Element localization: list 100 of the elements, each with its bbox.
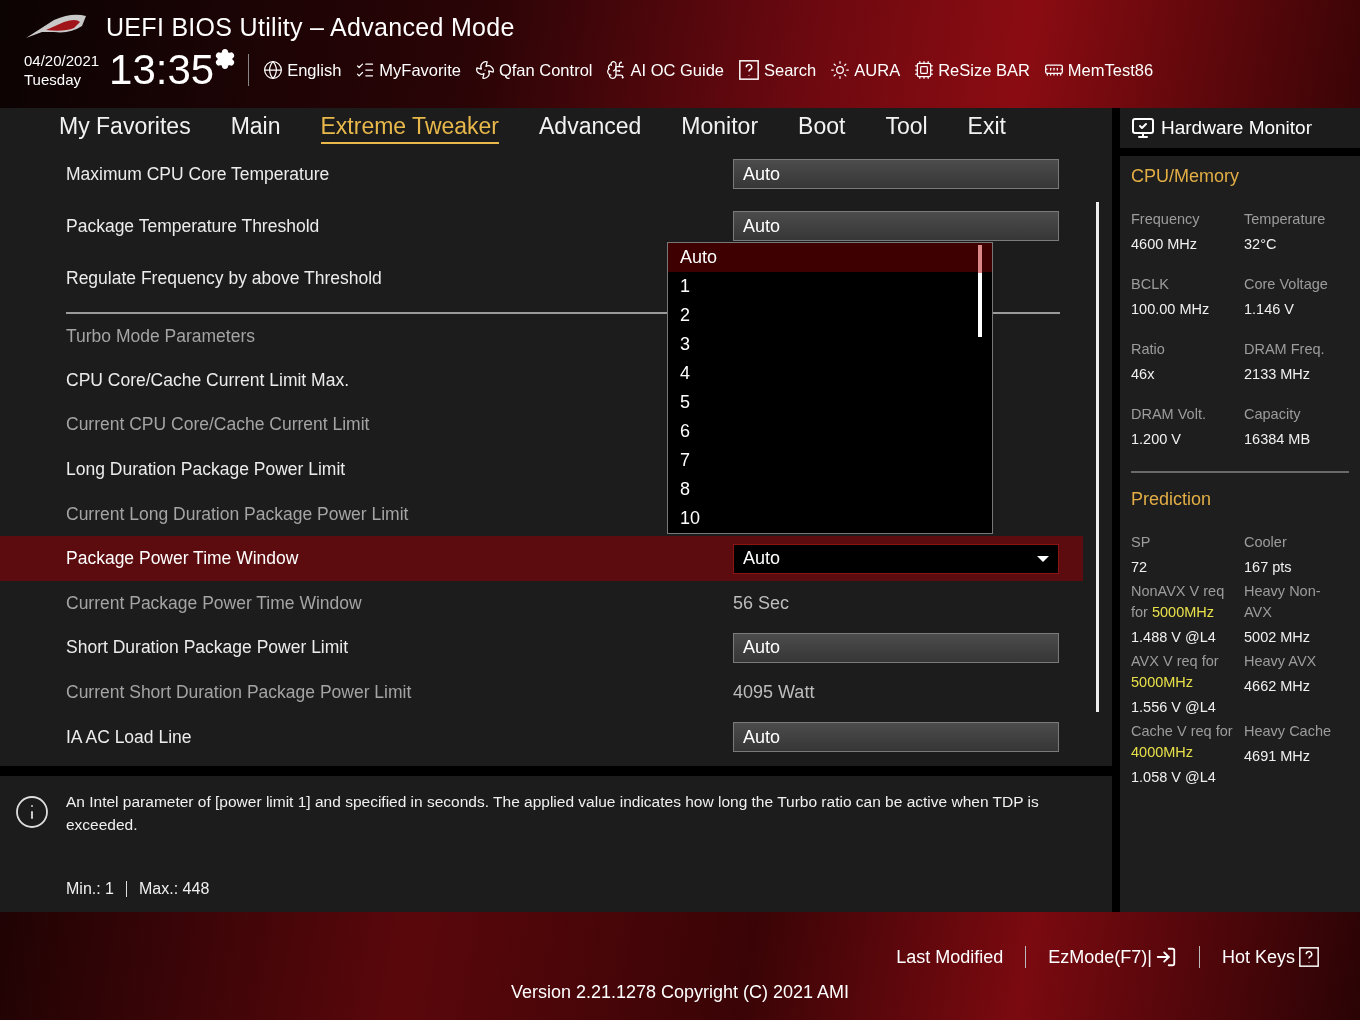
monitor-label: NonAVX V req for 5000MHz [1131, 582, 1226, 622]
menu-tab[interactable]: Main [230, 112, 281, 144]
setting-label[interactable]: Package Power Time Window [66, 548, 299, 570]
toolbar-button[interactable]: Search [738, 59, 817, 81]
dropdown-option[interactable]: 2 [668, 301, 992, 330]
setting-label[interactable]: Current Long Duration Package Power Limit [66, 503, 409, 525]
setting-value: 56 Sec [733, 592, 791, 614]
toolbar-button[interactable]: MemTest86 [1043, 60, 1154, 80]
setting-field[interactable]: Auto [733, 632, 1059, 663]
dropdown-option[interactable]: 10 [668, 504, 992, 533]
setting-field[interactable]: Auto [733, 722, 1059, 753]
monitor-label: Capacity [1244, 405, 1302, 424]
question-icon [1298, 946, 1320, 968]
monitor-label: Cache V req for 4000MHz [1131, 722, 1234, 762]
toolbar-icon [263, 60, 284, 80]
menu-tab[interactable]: Exit [967, 112, 1006, 144]
toolbar-icon [474, 60, 495, 80]
setting-label[interactable]: Regulate Frequency by above Threshold [66, 267, 382, 289]
menu-tab[interactable]: Monitor [681, 112, 759, 144]
settings-icon[interactable] [214, 48, 237, 70]
monitor-label: Ratio [1131, 340, 1166, 359]
dropdown-option[interactable]: 4 [668, 359, 992, 388]
date: 04/20/2021 [24, 51, 100, 70]
monitor-value: 4662 MHz [1244, 678, 1312, 694]
setting-label[interactable]: Package Temperature Threshold [66, 215, 320, 237]
menu-tab[interactable]: Extreme Tweaker [320, 112, 500, 144]
monitor-value: 16384 MB [1244, 431, 1312, 447]
setting-label[interactable]: Maximum CPU Core Temperature [66, 163, 330, 185]
help-text: An Intel parameter of [power limit 1] and specified in seconds. The applied value indicates how long the Turbo ratio can be active when TDP is exceeded. [66, 792, 1040, 835]
window-title: UEFI BIOS Utility – Advanced Mode [106, 12, 515, 42]
monitor-label: Frequency [1131, 210, 1201, 229]
scrollbar-thumb[interactable] [978, 245, 982, 337]
setting-field[interactable]: Auto [733, 159, 1059, 189]
toolbar-button[interactable]: English [263, 60, 342, 80]
clock: 13:35 [109, 48, 215, 92]
monitor-icon [1131, 116, 1155, 140]
exit-icon [1154, 946, 1177, 968]
setting-label[interactable]: Current CPU Core/Cache Current Limit [66, 414, 370, 436]
highlight-bar[interactable]: Package Power Time Window Auto [0, 536, 1083, 581]
monitor-value: 46x [1131, 366, 1156, 382]
monitor-value: 5002 MHz [1244, 629, 1312, 645]
menu-tab[interactable]: Tool [885, 112, 928, 144]
question-icon [738, 59, 760, 81]
setting-field[interactable]: Auto [733, 543, 1059, 574]
monitor-value: 100.00 MHz [1131, 301, 1211, 317]
monitor-value: 1.146 V [1244, 301, 1295, 317]
monitor-value: 72 [1131, 559, 1149, 575]
monitor-value: 2133 MHz [1244, 366, 1312, 382]
panel-title: Hardware Monitor [1161, 117, 1312, 139]
setting-label[interactable]: CPU Core/Cache Current Limit Max. [66, 369, 349, 391]
monitor-value: 4691 MHz [1244, 748, 1312, 764]
info-icon [14, 794, 50, 830]
setting-label[interactable]: Current Short Duration Package Power Limit [66, 681, 412, 703]
toolbar-button[interactable]: AI OC Guide [606, 60, 724, 80]
monitor-label: Core Voltage [1244, 275, 1329, 294]
toolbar-button[interactable]: AURA [830, 60, 901, 80]
toolbar-icon [914, 60, 935, 80]
footer-button[interactable]: EzMode(F7)| [1025, 946, 1199, 968]
section-heading: Turbo Mode Parameters [66, 325, 255, 347]
footer-button[interactable]: Hot Keys [1198, 946, 1342, 968]
monitor-value: 4600 MHz [1131, 236, 1199, 252]
monitor-value: 167 pts [1244, 559, 1293, 575]
monitor-label: Heavy AVX [1244, 652, 1318, 671]
setting-label[interactable]: IA AC Load Line [66, 726, 192, 748]
setting-label[interactable]: Long Duration Package Power Limit [66, 459, 346, 480]
monitor-label: AVX V req for 5000MHz [1131, 652, 1220, 692]
dropdown-option[interactable]: 6 [668, 417, 992, 446]
monitor-value: 32°C [1244, 236, 1278, 252]
toolbar-button[interactable]: Qfan Control [474, 60, 593, 80]
toolbar-icon [830, 60, 851, 80]
scrollbar-thumb[interactable] [1096, 202, 1099, 712]
dropdown-option[interactable]: 5 [668, 388, 992, 417]
toolbar-button[interactable]: ReSize BAR [914, 60, 1030, 80]
footer-button[interactable]: Last Modified [874, 946, 1026, 968]
section-title: CPU/Memory [1131, 166, 1240, 187]
dropdown-option[interactable]: 1 [668, 272, 992, 301]
version-text: Version 2.21.1278 Copyright (C) 2021 AMI [510, 982, 850, 1003]
setting-field[interactable]: Auto [733, 211, 1059, 241]
monitor-label: BCLK [1131, 275, 1170, 294]
monitor-label: Heavy Cache [1244, 722, 1333, 741]
dropdown-option[interactable]: Auto [668, 243, 992, 272]
monitor-label: Heavy Non-AVX [1244, 582, 1322, 622]
dropdown-option[interactable]: 8 [668, 475, 992, 504]
toolbar-button[interactable]: MyFavorite [355, 60, 461, 80]
dropdown-option[interactable]: 3 [668, 330, 992, 359]
menu-tab[interactable]: Boot [798, 112, 846, 144]
menu-tab[interactable]: My Favorites [59, 112, 191, 144]
monitor-label: SP [1131, 533, 1152, 552]
section-title: Prediction [1131, 489, 1213, 510]
caret-icon [1037, 554, 1049, 563]
monitor-label: Temperature [1244, 210, 1327, 229]
weekday: Tuesday [24, 70, 82, 89]
menu-tab[interactable]: Advanced [539, 112, 642, 144]
monitor-label: DRAM Freq. [1244, 340, 1326, 359]
setting-label[interactable]: Short Duration Package Power Limit [66, 637, 349, 659]
setting-label[interactable]: Current Package Power Time Window [66, 592, 362, 614]
dropdown-option[interactable]: 7 [668, 446, 992, 475]
monitor-value: 1.488 V @L4 [1131, 629, 1217, 645]
toolbar-icon [606, 60, 627, 80]
max-value: Max.: 448 [139, 880, 210, 898]
